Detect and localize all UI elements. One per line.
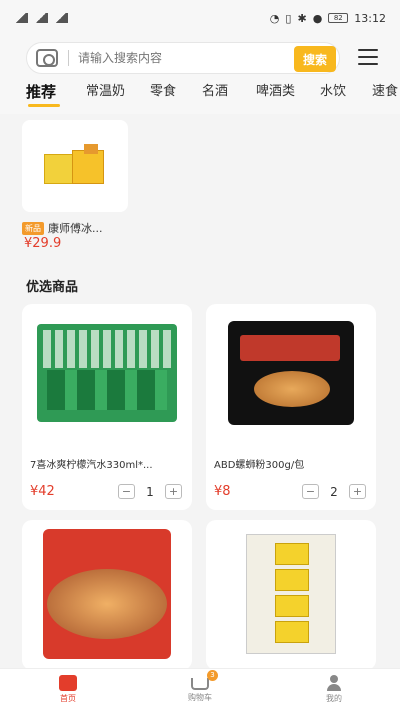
- status-right: ◔ ▯ ✱ ● 82 13:12: [270, 12, 386, 25]
- tab-liquor[interactable]: 名酒: [202, 80, 228, 104]
- signal-icon: [34, 13, 48, 23]
- product-image: [206, 520, 376, 658]
- status-time: 13:12: [354, 11, 386, 25]
- nav-cart[interactable]: 3 购物车: [170, 670, 230, 703]
- decrease-button[interactable]: −: [118, 484, 135, 499]
- user-icon: [325, 675, 343, 691]
- tab-milk[interactable]: 常温奶: [86, 80, 125, 104]
- cart-count-badge: 3: [207, 670, 218, 681]
- hot-item-title: 康师傅冰...: [48, 222, 103, 235]
- nav-home[interactable]: 首页: [38, 675, 98, 704]
- search-button[interactable]: 搜索: [294, 46, 336, 72]
- search-divider: [68, 50, 69, 66]
- increase-button[interactable]: +: [349, 484, 366, 499]
- hot-item-title-row[interactable]: 新品 康师傅冰...: [22, 220, 103, 236]
- new-badge: 新品: [22, 221, 44, 235]
- tab-drinks[interactable]: 水饮: [320, 80, 346, 104]
- bottom-nav: 首页 3 购物车 我的: [0, 668, 400, 712]
- nav-cart-label: 购物车: [188, 693, 212, 702]
- product-card[interactable]: [22, 520, 192, 670]
- product-name: ABD螺蛳粉300g/包: [214, 460, 305, 471]
- tab-beer[interactable]: 啤酒类: [256, 80, 295, 104]
- product-card[interactable]: ABD螺蛳粉300g/包 ¥8 − 2 +: [206, 304, 376, 510]
- search-box[interactable]: 搜索: [26, 42, 340, 74]
- quantity-stepper: − 1 +: [118, 484, 182, 499]
- scan-icon[interactable]: [36, 49, 58, 67]
- search-input[interactable]: [78, 51, 278, 65]
- search-row: 搜索: [0, 36, 400, 80]
- tab-instant[interactable]: 速食: [372, 80, 398, 104]
- quantity-value: 2: [330, 484, 338, 499]
- nav-mine[interactable]: 我的: [304, 675, 364, 704]
- quantity-value: 1: [146, 484, 154, 499]
- nav-home-label: 首页: [60, 694, 76, 703]
- bluetooth-icon: ✱: [297, 11, 307, 25]
- status-left: [14, 13, 68, 23]
- product-image: [44, 144, 106, 188]
- product-card[interactable]: 7喜冰爽柠檬汽水330ml*... ¥42 − 1 +: [22, 304, 192, 510]
- wifi-icon: [54, 13, 68, 23]
- status-bar: ◔ ▯ ✱ ● 82 13:12: [0, 0, 400, 36]
- product-name: 7喜冰爽柠檬汽水330ml*...: [30, 460, 153, 471]
- tab-recommend[interactable]: 推荐: [26, 80, 56, 104]
- product-image: [206, 304, 376, 442]
- decrease-button[interactable]: −: [302, 484, 319, 499]
- hot-item-price: ¥29.9: [24, 236, 62, 251]
- battery-icon: 82: [328, 13, 349, 23]
- product-card[interactable]: [206, 520, 376, 670]
- menu-icon[interactable]: [358, 49, 378, 65]
- product-price: ¥42: [30, 484, 55, 499]
- alarm-icon: ◔: [269, 11, 280, 25]
- product-image: [22, 304, 192, 442]
- increase-button[interactable]: +: [165, 484, 182, 499]
- active-tab-indicator: [28, 104, 60, 107]
- section-title: 优选商品: [26, 280, 79, 295]
- home-icon: [59, 675, 77, 691]
- vibrate-icon: ▯: [285, 11, 292, 25]
- product-image: [22, 520, 192, 659]
- product-price: ¥8: [214, 484, 231, 499]
- nav-mine-label: 我的: [326, 694, 342, 703]
- sim-icon: [14, 13, 28, 23]
- location-icon: ●: [312, 11, 323, 25]
- quantity-stepper: − 2 +: [302, 484, 366, 499]
- cart-icon: 3: [191, 670, 218, 690]
- hot-item-card[interactable]: [22, 120, 128, 212]
- tab-snacks[interactable]: 零食: [150, 80, 176, 104]
- category-tabs: 推荐 常温奶 零食 名酒 啤酒类 水饮 速食: [0, 80, 400, 114]
